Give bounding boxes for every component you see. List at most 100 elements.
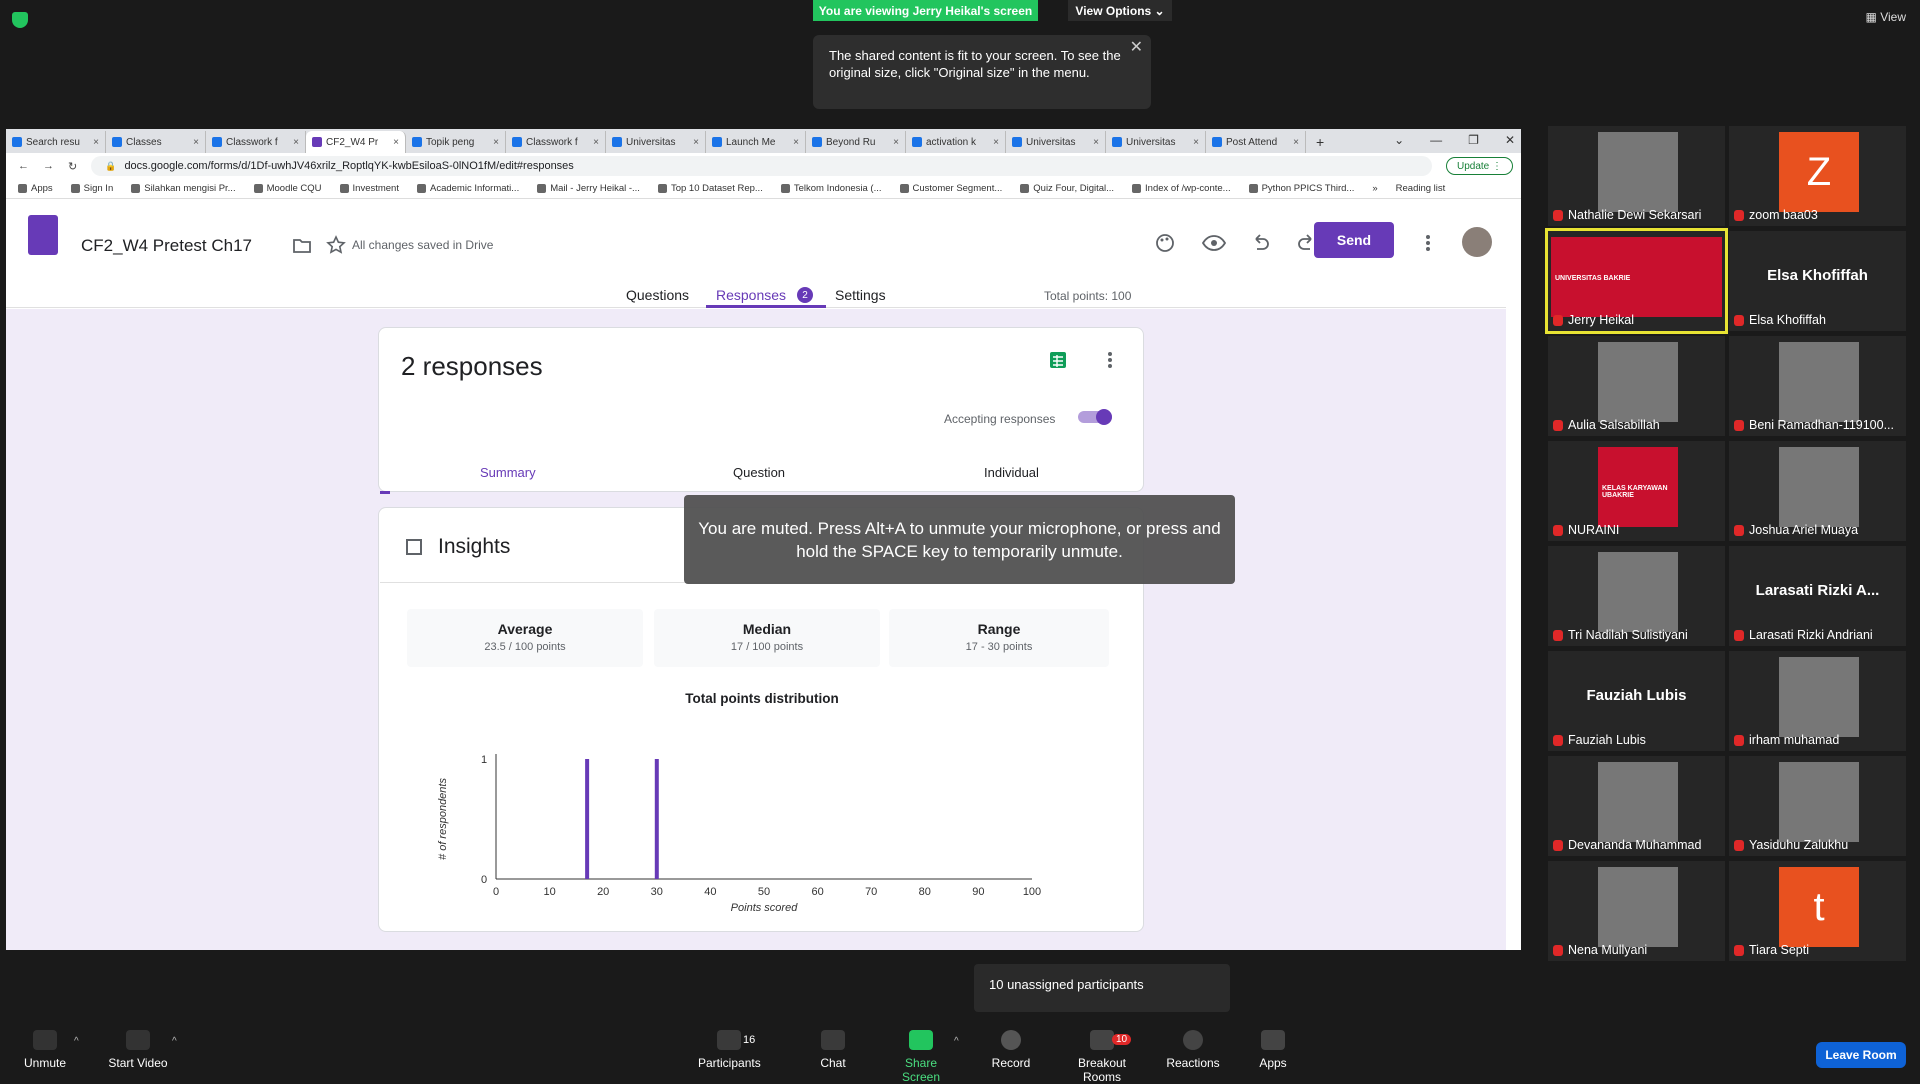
security-shield-icon[interactable] — [12, 12, 28, 28]
video-caret-icon[interactable]: ^ — [172, 1036, 177, 1047]
reactions-button[interactable]: Reactions — [1166, 1030, 1220, 1070]
share-caret-icon[interactable]: ^ — [954, 1036, 959, 1047]
tab-responses[interactable]: Responses — [716, 287, 786, 303]
participant-tile[interactable]: Joshua Ariel Muaya — [1729, 441, 1906, 541]
forward-icon[interactable]: → — [43, 160, 54, 172]
browser-tab[interactable]: Launch Me × — [706, 131, 806, 153]
participant-tile[interactable]: Nathalie Dewi Sekarsari — [1548, 126, 1725, 226]
tab-search-icon[interactable]: ⌄ — [1394, 133, 1404, 147]
bookmark-item[interactable]: Top 10 Dataset Rep... — [657, 183, 763, 194]
participant-tile[interactable]: Elsa Khofiffah Elsa Khofiffah — [1729, 231, 1906, 331]
participant-tile[interactable]: Beni Ramadhan-119100... — [1729, 336, 1906, 436]
browser-tab[interactable]: Classwork f × — [506, 131, 606, 153]
url-field[interactable]: 🔒 docs.google.com/forms/d/1Df-uwhJV46xril… — [91, 156, 1432, 176]
tab-close-icon[interactable]: × — [193, 137, 199, 148]
bookmark-item[interactable]: Moodle CQU — [253, 183, 322, 194]
chat-button[interactable]: Chat — [820, 1030, 846, 1070]
browser-tab[interactable]: Classes × — [106, 131, 206, 153]
bookmark-item[interactable]: Mail - Jerry Heikal -... — [537, 183, 640, 194]
tab-close-icon[interactable]: × — [493, 137, 499, 148]
tab-close-icon[interactable]: × — [793, 137, 799, 148]
record-button[interactable]: Record — [990, 1030, 1032, 1070]
bookmarks-overflow-icon[interactable]: » — [1372, 183, 1377, 194]
browser-tab[interactable]: CF2_W4 Pr × — [306, 131, 406, 153]
participant-tile[interactable]: KELAS KARYAWAN UBAKRIE NURAINI — [1548, 441, 1725, 541]
browser-tab[interactable]: Post Attend × — [1206, 131, 1306, 153]
tab-close-icon[interactable]: × — [893, 137, 899, 148]
participant-tile[interactable]: irham muhamad — [1729, 651, 1906, 751]
restore-icon[interactable]: ❐ — [1468, 133, 1479, 147]
participant-tile[interactable]: Devananda Muhammad — [1548, 756, 1725, 856]
view-options-button[interactable]: View Options ⌄ — [1068, 0, 1172, 21]
unmute-button[interactable]: Unmute — [22, 1030, 68, 1070]
participant-tile[interactable]: Aulia Salsabillah — [1548, 336, 1725, 436]
participant-tile[interactable]: Fauziah Lubis Fauziah Lubis — [1548, 651, 1725, 751]
share-screen-button[interactable]: Share Screen — [886, 1030, 956, 1084]
more-vert-icon[interactable] — [1425, 233, 1431, 253]
participant-tile[interactable]: Yasiduhu Zalukhu — [1729, 756, 1906, 856]
bookmark-item[interactable]: Customer Segment... — [899, 183, 1002, 194]
palette-icon[interactable] — [1154, 232, 1176, 254]
browser-tab[interactable]: Universitas × — [606, 131, 706, 153]
participant-tile[interactable]: Tri Nadilah Sulistiyani — [1548, 546, 1725, 646]
tab-close-icon[interactable]: × — [693, 137, 699, 148]
browser-tab[interactable]: Universitas × — [1006, 131, 1106, 153]
view-button[interactable]: ▦ View — [1866, 10, 1906, 24]
participant-tile[interactable]: t Tiara Septi — [1729, 861, 1906, 961]
account-avatar[interactable] — [1462, 227, 1492, 257]
tab-close-icon[interactable]: × — [1193, 137, 1199, 148]
form-title[interactable]: CF2_W4 Pretest Ch17 — [81, 236, 252, 256]
start-video-button[interactable]: Start Video — [108, 1030, 168, 1070]
folder-icon[interactable] — [292, 236, 312, 254]
reload-icon[interactable]: ↻ — [68, 160, 77, 173]
browser-tab[interactable]: activation k × — [906, 131, 1006, 153]
subtab-question[interactable]: Question — [733, 465, 785, 480]
reading-list-button[interactable]: Reading list — [1396, 183, 1446, 194]
browser-tab[interactable]: Topik peng × — [406, 131, 506, 153]
participant-tile[interactable]: Zzoom baa03 — [1729, 126, 1906, 226]
tab-questions[interactable]: Questions — [626, 287, 689, 303]
tab-close-icon[interactable]: × — [393, 137, 399, 148]
tab-close-icon[interactable]: × — [993, 137, 999, 148]
tab-close-icon[interactable]: × — [93, 137, 99, 148]
google-forms-icon[interactable] — [28, 215, 58, 255]
bookmark-item[interactable]: Sign In — [70, 183, 113, 194]
bookmark-item[interactable]: Index of /wp-conte... — [1132, 183, 1231, 194]
leave-room-button[interactable]: Leave Room — [1816, 1042, 1906, 1068]
accepting-toggle[interactable] — [1078, 409, 1114, 425]
tab-close-icon[interactable]: × — [1293, 137, 1299, 148]
browser-tab[interactable]: Beyond Ru × — [806, 131, 906, 153]
tab-close-icon[interactable]: × — [593, 137, 599, 148]
preview-eye-icon[interactable] — [1202, 234, 1226, 252]
browser-tab[interactable]: Universitas × — [1106, 131, 1206, 153]
breakout-rooms-button[interactable]: Breakout Rooms — [1058, 1030, 1146, 1084]
bookmark-item[interactable]: Python PPICS Third... — [1248, 183, 1354, 194]
bookmark-item[interactable]: Silahkan mengisi Pr... — [131, 183, 236, 194]
subtab-summary[interactable]: Summary — [480, 465, 536, 480]
undo-icon[interactable] — [1250, 233, 1270, 253]
close-icon[interactable]: ✕ — [1130, 39, 1143, 56]
participant-tile[interactable]: UNIVERSITAS BAKRIE Jerry Heikal — [1545, 228, 1728, 334]
send-button[interactable]: Send — [1314, 222, 1394, 258]
subtab-individual[interactable]: Individual — [984, 465, 1039, 480]
tab-settings[interactable]: Settings — [835, 287, 886, 303]
responses-more-icon[interactable] — [1107, 350, 1113, 370]
audio-caret-icon[interactable]: ^ — [74, 1036, 79, 1047]
minimize-icon[interactable]: — — [1430, 133, 1442, 147]
browser-tab[interactable]: Classwork f × — [206, 131, 306, 153]
back-icon[interactable]: ← — [18, 160, 29, 172]
bookmark-item[interactable]: Investment — [339, 183, 399, 194]
sheets-icon[interactable] — [1049, 351, 1067, 369]
bookmark-item[interactable]: Quiz Four, Digital... — [1020, 183, 1114, 194]
participant-tile[interactable]: Larasati Rizki A... Larasati Rizki Andria… — [1729, 546, 1906, 646]
close-window-icon[interactable]: ✕ — [1505, 133, 1515, 147]
update-button[interactable]: Update ⋮ — [1445, 157, 1513, 175]
tab-close-icon[interactable]: × — [293, 137, 299, 148]
star-icon[interactable] — [326, 235, 346, 255]
new-tab-button[interactable]: + — [1306, 134, 1334, 153]
apps-button[interactable]: Apps — [1258, 1030, 1288, 1070]
browser-tab[interactable]: Search resu × — [6, 131, 106, 153]
tab-close-icon[interactable]: × — [1093, 137, 1099, 148]
participant-tile[interactable]: Nena Mullyani — [1548, 861, 1725, 961]
bookmark-item[interactable]: Academic Informati... — [416, 183, 519, 194]
